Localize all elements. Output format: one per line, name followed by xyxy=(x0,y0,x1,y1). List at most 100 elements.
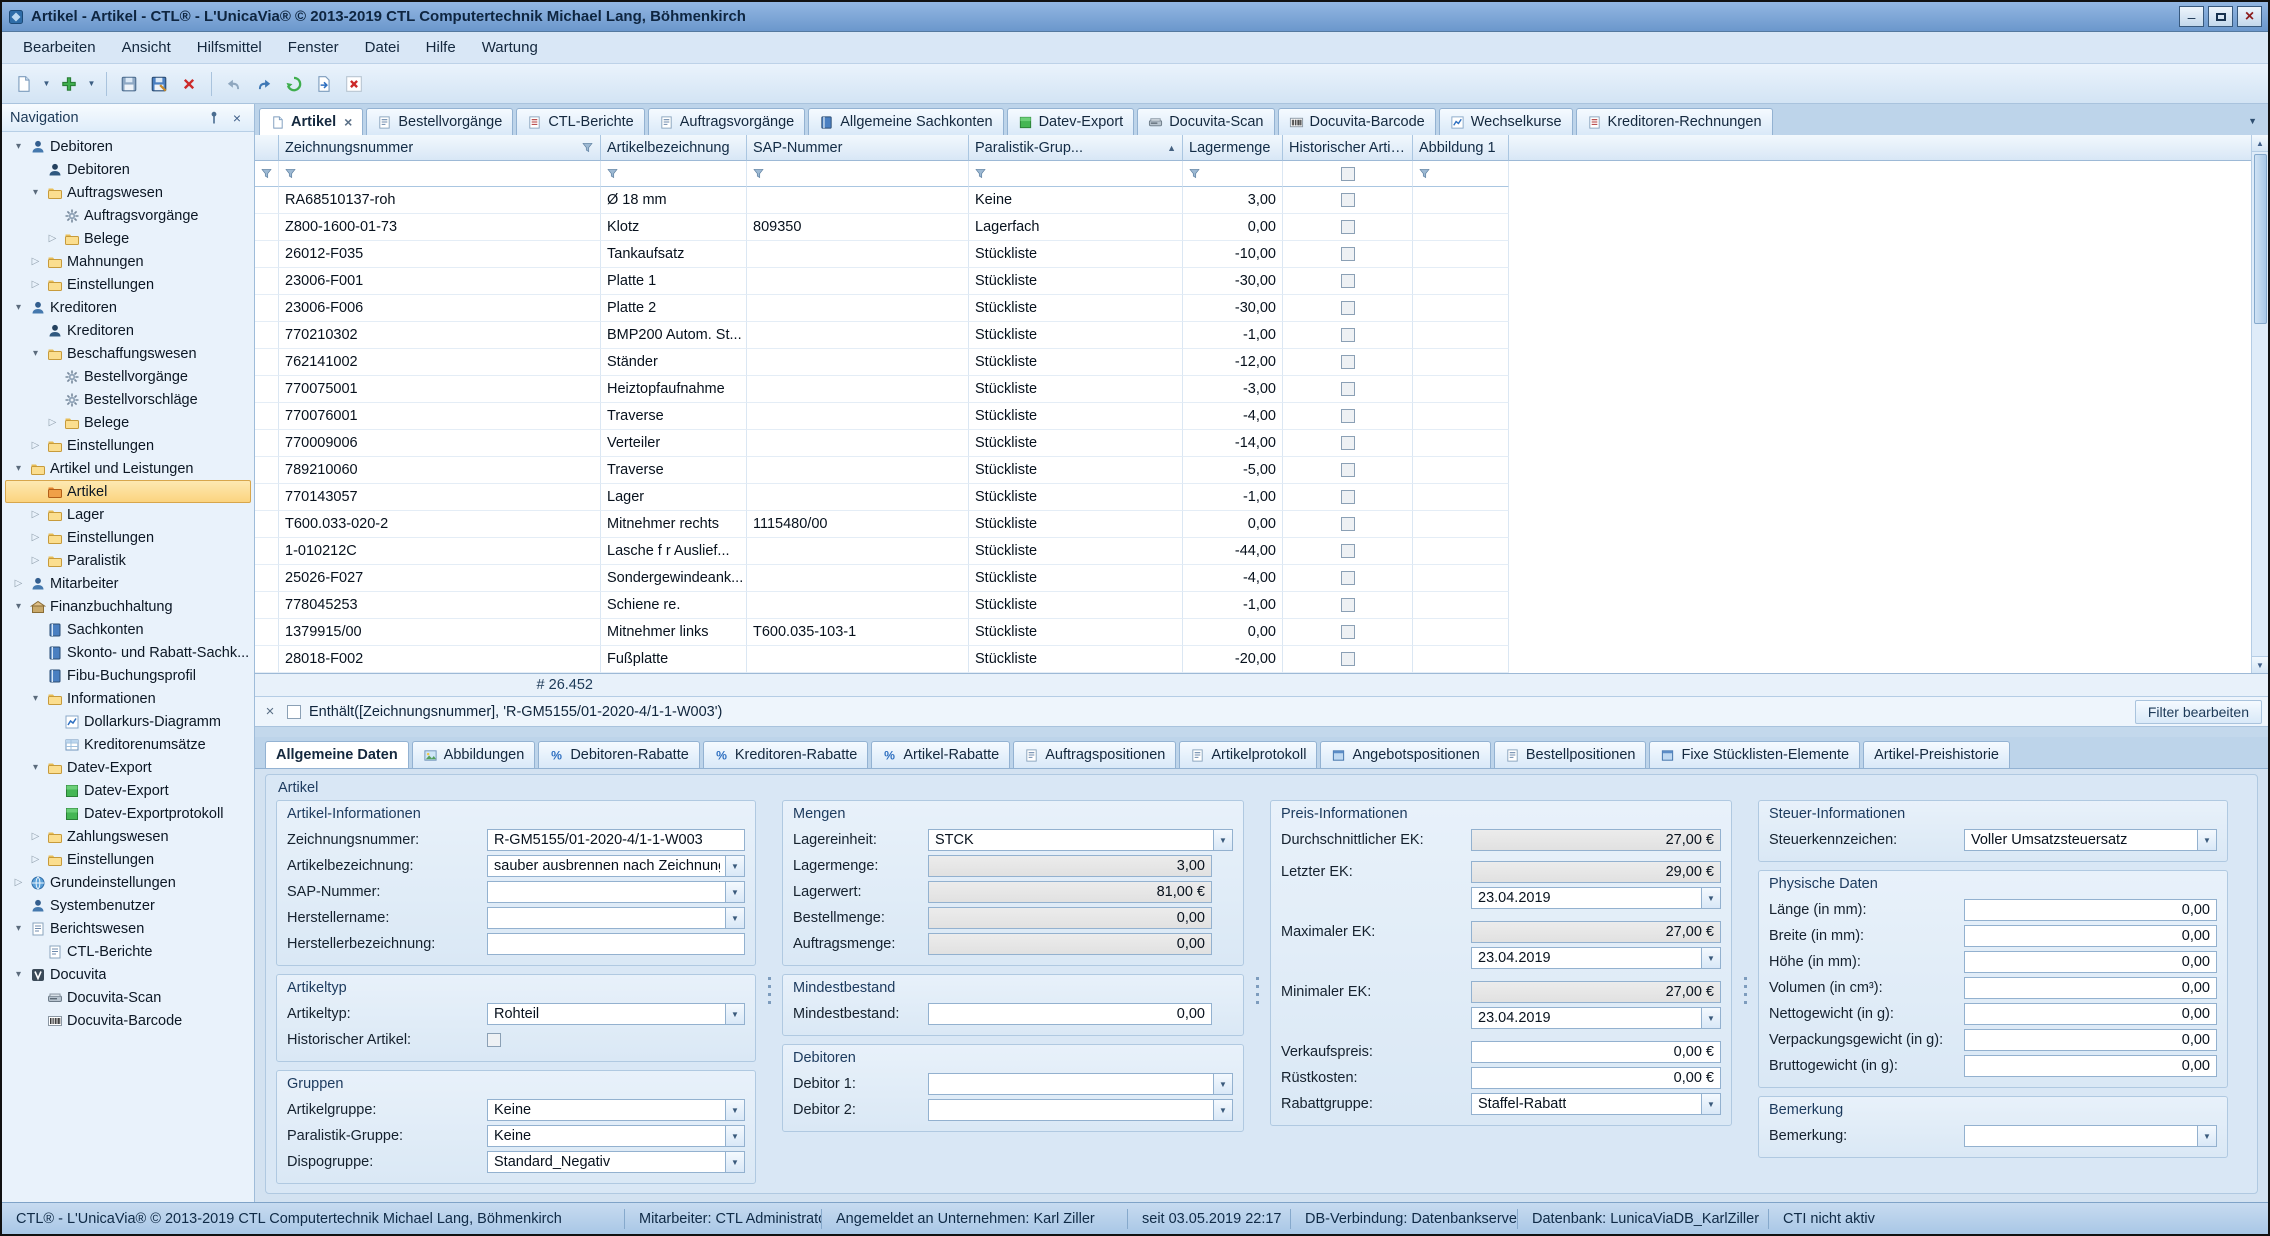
filter-cell-artikelbezeichnung[interactable] xyxy=(601,161,747,187)
maximaler-ek-datum-input[interactable]: 23.04.2019▼ xyxy=(1471,947,1721,969)
nav-item-einstellungen[interactable]: ▷Einstellungen xyxy=(5,526,251,549)
chevron-right-icon[interactable]: ▷ xyxy=(28,831,43,842)
detail-tab-artikel-rabatte[interactable]: %Artikel-Rabatte xyxy=(871,741,1010,768)
form-splitter[interactable] xyxy=(756,800,782,1184)
refresh-green-button[interactable] xyxy=(280,70,308,98)
mindestbestand-input[interactable]: 0,00 xyxy=(928,1003,1212,1025)
detail-tab-abbildungen[interactable]: Abbildungen xyxy=(412,741,536,768)
scroll-up-icon[interactable]: ▲ xyxy=(2252,135,2269,152)
dropdown-icon[interactable]: ▼ xyxy=(2197,1126,2216,1146)
delete-red-x-button[interactable] xyxy=(175,70,203,98)
filter-cell-zeichnungsnummer[interactable] xyxy=(279,161,601,187)
menu-wartung[interactable]: Wartung xyxy=(469,35,551,60)
column-header-zeichnungsnummer[interactable]: Zeichnungsnummer xyxy=(279,135,601,161)
chevron-down-icon[interactable]: ▾ xyxy=(11,141,26,152)
table-row[interactable]: T600.033-020-2Mitnehmer rechts1115480/00… xyxy=(255,511,2268,538)
menu-hilfe[interactable]: Hilfe xyxy=(413,35,469,60)
column-header-lagermenge[interactable]: Lagermenge xyxy=(1183,135,1283,161)
filter-cell-lagermenge[interactable] xyxy=(1183,161,1283,187)
nav-item-lager[interactable]: ▷Lager xyxy=(5,503,251,526)
dropdown-icon[interactable]: ▼ xyxy=(1213,830,1232,850)
checkbox-unchecked[interactable] xyxy=(1341,301,1355,315)
nav-item-debitoren[interactable]: ▾Debitoren xyxy=(5,135,251,158)
dropdown-icon[interactable]: ▼ xyxy=(1213,1100,1232,1120)
dropdown-icon[interactable]: ▼ xyxy=(725,882,744,902)
dropdown-icon[interactable]: ▼ xyxy=(725,1100,744,1120)
tab-datev-export[interactable]: Datev-Export xyxy=(1007,108,1135,135)
zeichnungsnummer-input[interactable]: R-GM5155/01-2020-4/1-1-W003 xyxy=(487,829,745,851)
nav-item-bestellvorgänge[interactable]: Bestellvorgänge xyxy=(5,365,251,388)
detail-tab-artikelprotokoll[interactable]: Artikelprotokoll xyxy=(1179,741,1317,768)
filter-edit-button[interactable]: Filter bearbeiten xyxy=(2135,700,2262,724)
verkaufspreis-input[interactable]: 0,00 € xyxy=(1471,1041,1721,1063)
checkbox-unchecked[interactable] xyxy=(1341,193,1355,207)
tab-wechselkurse[interactable]: Wechselkurse xyxy=(1439,108,1573,135)
table-row[interactable]: 26012-F035TankaufsatzStückliste-10,00 xyxy=(255,241,2268,268)
column-header-artikelbezeichnung[interactable]: Artikelbezeichnung xyxy=(601,135,747,161)
dropdown-icon[interactable]: ▼ xyxy=(725,1126,744,1146)
nav-item-docuvita-scan[interactable]: Docuvita-Scan xyxy=(5,986,251,1009)
menu-fenster[interactable]: Fenster xyxy=(275,35,352,60)
filter-row-edit-button[interactable] xyxy=(255,161,279,187)
redo-arrow-button[interactable] xyxy=(250,70,278,98)
tab-docuvita-scan[interactable]: Docuvita-Scan xyxy=(1137,108,1274,135)
chevron-right-icon[interactable]: ▷ xyxy=(28,256,43,267)
dropdown-icon[interactable]: ▼ xyxy=(1701,948,1720,968)
nav-item-sachkonten[interactable]: Sachkonten xyxy=(5,618,251,641)
column-header-sap-nummer[interactable]: SAP-Nummer xyxy=(747,135,969,161)
chevron-down-icon[interactable]: ▾ xyxy=(28,693,43,704)
menu-hilfsmittel[interactable]: Hilfsmittel xyxy=(184,35,275,60)
chevron-right-icon[interactable]: ▷ xyxy=(28,854,43,865)
minimize-button[interactable]: – xyxy=(2179,6,2204,27)
chevron-right-icon[interactable]: ▷ xyxy=(28,440,43,451)
artikeltyp-input[interactable]: Rohteil▼ xyxy=(487,1003,745,1025)
tab-close-icon[interactable]: × xyxy=(344,114,352,130)
volumen-input[interactable]: 0,00 xyxy=(1964,977,2217,999)
filter-close-button[interactable]: × xyxy=(261,703,279,720)
export-page-button[interactable] xyxy=(310,70,338,98)
checkbox-unchecked[interactable] xyxy=(1341,598,1355,612)
nav-item-berichtswesen[interactable]: ▾Berichtswesen xyxy=(5,917,251,940)
nav-item-paralistik[interactable]: ▷Paralistik xyxy=(5,549,251,572)
nav-item-datev-exportprotokoll[interactable]: Datev-Exportprotokoll xyxy=(5,802,251,825)
close-red-x-button[interactable] xyxy=(340,70,368,98)
checkbox-unchecked[interactable] xyxy=(1341,382,1355,396)
tab-artikel[interactable]: Artikel× xyxy=(259,108,363,135)
nav-item-informationen[interactable]: ▾Informationen xyxy=(5,687,251,710)
table-row[interactable]: 770075001HeiztopfaufnahmeStückliste-3,00 xyxy=(255,376,2268,403)
nav-item-kreditoren[interactable]: ▾Kreditoren xyxy=(5,296,251,319)
checkbox-unchecked[interactable] xyxy=(1341,571,1355,585)
checkbox-unchecked[interactable] xyxy=(1341,517,1355,531)
table-row[interactable]: RA68510137-rohØ 18 mmKeine3,00 xyxy=(255,187,2268,214)
chevron-down-icon[interactable]: ▾ xyxy=(11,463,26,474)
filter-cell-historischer-artikel[interactable] xyxy=(1283,161,1413,187)
checkbox-unchecked[interactable] xyxy=(1341,220,1355,234)
checkbox-unchecked[interactable] xyxy=(1341,463,1355,477)
dropdown-icon[interactable]: ▼ xyxy=(725,856,744,876)
tab-list-dropdown-icon[interactable]: ▼ xyxy=(2241,116,2264,126)
dispogruppe-input[interactable]: Standard_Negativ▼ xyxy=(487,1151,745,1173)
nav-item-debitoren[interactable]: Debitoren xyxy=(5,158,251,181)
maximize-button[interactable] xyxy=(2208,6,2233,27)
historischer-artikel-checkbox[interactable] xyxy=(487,1033,501,1047)
detail-tab-debitoren-rabatte[interactable]: %Debitoren-Rabatte xyxy=(538,741,700,768)
nav-item-artikel-und-leistungen[interactable]: ▾Artikel und Leistungen xyxy=(5,457,251,480)
save-floppy-alt-button[interactable] xyxy=(145,70,173,98)
table-row[interactable]: 778045253Schiene re.Stückliste-1,00 xyxy=(255,592,2268,619)
undo-arrow-button[interactable] xyxy=(220,70,248,98)
table-row[interactable]: Z800-1600-01-73Klotz809350Lagerfach0,00 xyxy=(255,214,2268,241)
breite-input[interactable]: 0,00 xyxy=(1964,925,2217,947)
tab-ctl-berichte[interactable]: CTL-Berichte xyxy=(516,108,644,135)
debitor1-input[interactable]: ▼ xyxy=(928,1073,1233,1095)
detail-tab-artikel-preishistorie[interactable]: Artikel-Preishistorie xyxy=(1863,741,2010,768)
sap-nummer-input[interactable]: ▼ xyxy=(487,881,745,903)
table-row[interactable]: 789210060TraverseStückliste-5,00 xyxy=(255,457,2268,484)
new-document-button[interactable] xyxy=(10,70,38,98)
table-row[interactable]: 770076001TraverseStückliste-4,00 xyxy=(255,403,2268,430)
nettogewicht-input[interactable]: 0,00 xyxy=(1964,1003,2217,1025)
artikelbezeichnung-input[interactable]: sauber ausbrennen nach Zeichnung▼ xyxy=(487,855,745,877)
chevron-right-icon[interactable]: ▷ xyxy=(11,877,26,888)
nav-item-finanzbuchhaltung[interactable]: ▾Finanzbuchhaltung xyxy=(5,595,251,618)
nav-item-einstellungen[interactable]: ▷Einstellungen xyxy=(5,273,251,296)
debitor2-input[interactable]: ▼ xyxy=(928,1099,1233,1121)
